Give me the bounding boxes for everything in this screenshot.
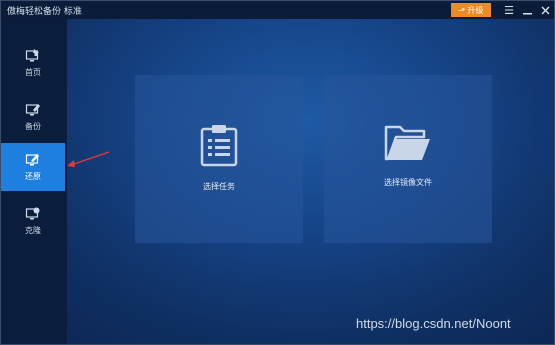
sidebar-item-label: 克隆 xyxy=(25,226,41,235)
clone-icon xyxy=(25,207,40,220)
folder-open-icon xyxy=(384,125,430,161)
sidebar-item-clone[interactable]: 克隆 xyxy=(1,197,65,245)
backup-icon xyxy=(25,104,40,116)
annotation-arrow xyxy=(67,151,110,167)
upgrade-label: 升级 xyxy=(467,5,484,15)
restore-icon xyxy=(25,154,39,166)
window-title: 傲梅轻松备份 标准 xyxy=(7,6,82,17)
sidebar-item-label: 还原 xyxy=(25,172,41,181)
select-task-label: 选择任务 xyxy=(203,182,235,191)
select-image-file-label: 选择镜像文件 xyxy=(384,178,432,187)
upgrade-button[interactable]: ⬏ 升级 xyxy=(451,3,491,17)
menu-icon[interactable]: ☰ xyxy=(501,2,517,18)
select-task-card[interactable]: 选择任务 xyxy=(135,75,303,243)
clipboard-list-icon xyxy=(200,125,238,167)
home-icon xyxy=(25,49,39,62)
sidebar-item-home[interactable]: 首页 xyxy=(1,39,65,87)
sidebar-item-backup[interactable]: 备份 xyxy=(1,93,65,141)
sidebar-item-restore[interactable]: 还原 xyxy=(1,143,65,191)
watermark: https://blog.csdn.net/Noont xyxy=(356,316,511,331)
app-window: 傲梅轻松备份 标准 ⬏ 升级 ☰ 首页 备份 还原 克隆 选择任务 选择镜像文件… xyxy=(0,0,555,345)
title-bar: 傲梅轻松备份 标准 ⬏ 升级 ☰ xyxy=(1,1,554,19)
upgrade-arrow-icon: ⬏ xyxy=(458,5,466,15)
sidebar-item-label: 备份 xyxy=(25,122,41,131)
close-icon[interactable] xyxy=(537,2,553,18)
minimize-icon[interactable] xyxy=(519,2,535,18)
select-image-file-card[interactable]: 选择镜像文件 xyxy=(324,75,492,243)
sidebar: 首页 备份 还原 克隆 xyxy=(1,19,67,344)
sidebar-item-label: 首页 xyxy=(25,68,41,77)
